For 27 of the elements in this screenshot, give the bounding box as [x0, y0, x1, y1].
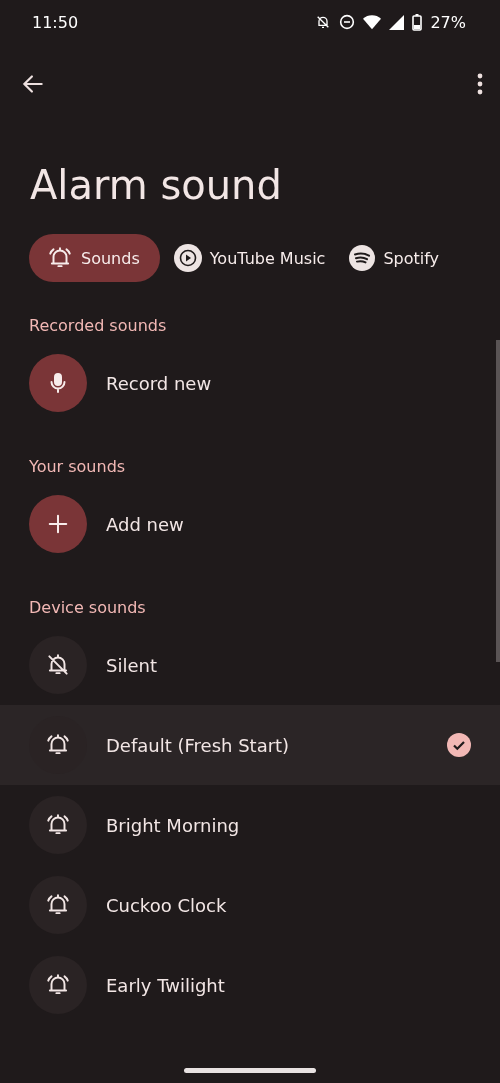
section-header: Device sounds — [29, 598, 147, 617]
signal-icon — [389, 14, 405, 30]
sound-name: Default (Fresh Start) — [106, 734, 291, 756]
battery-percent: 27% — [430, 12, 466, 32]
page-title: Alarm sound — [30, 162, 283, 208]
sound-name: Add new — [106, 513, 185, 535]
plus-icon — [47, 513, 69, 535]
section-header: Recorded sounds — [29, 316, 168, 335]
do-not-disturb-icon — [339, 14, 356, 30]
selected-sound-row[interactable]: Default (Fresh Start) — [0, 705, 500, 785]
battery-icon — [412, 13, 423, 31]
source-tab[interactable]: Sounds — [29, 234, 160, 282]
spotify-icon — [349, 245, 376, 271]
wifi-icon — [363, 14, 382, 30]
check-icon — [446, 732, 472, 758]
bell-off-icon — [45, 652, 71, 678]
play-circle-icon — [173, 244, 202, 272]
source-tab[interactable]: Spotify — [349, 234, 450, 282]
sound-name: Record new — [106, 372, 213, 394]
sound-name: Bright Morning — [106, 814, 241, 836]
more-menu-icon[interactable] — [476, 73, 484, 95]
sound-name: Silent — [106, 654, 158, 676]
source-tab[interactable]: YouTube Music — [173, 234, 336, 282]
sound-name: Cuckoo Clock — [106, 894, 228, 916]
status-time: 11:50 — [32, 12, 79, 32]
section-header: Your sounds — [29, 457, 127, 476]
sound-name: Early Twilight — [106, 974, 226, 996]
